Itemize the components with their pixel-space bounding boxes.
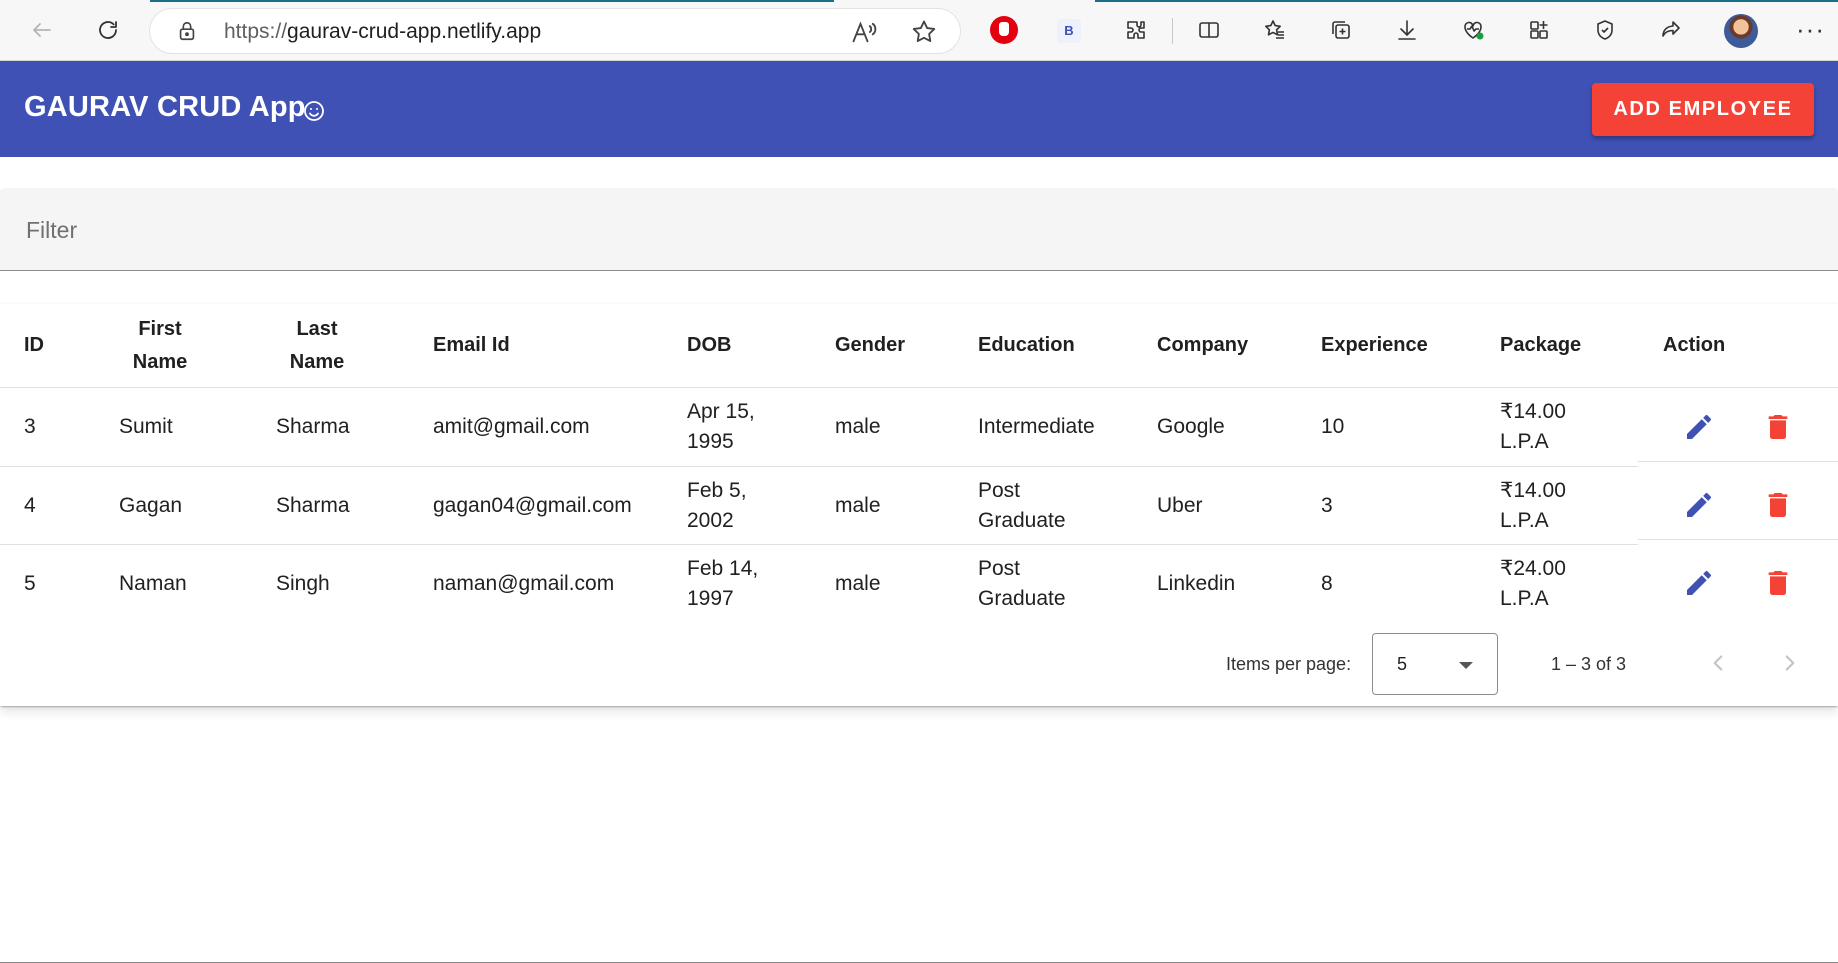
extensions-puzzle-icon[interactable] <box>1121 15 1151 45</box>
page-size-select[interactable]: 5 <box>1372 633 1498 695</box>
add-employee-button[interactable]: ADD EMPLOYEE <box>1592 83 1814 136</box>
next-page-button[interactable] <box>1774 647 1806 679</box>
column-header-company[interactable]: Company <box>1157 304 1277 387</box>
column-header-gender[interactable]: Gender <box>835 304 945 387</box>
cell-dob: Apr 15, 1995 <box>687 400 755 453</box>
pencil-icon <box>1687 414 1712 439</box>
page-range-label: 1 – 3 of 3 <box>1551 654 1627 674</box>
collections-icon[interactable] <box>1326 15 1356 45</box>
row-divider <box>1638 461 1838 462</box>
page-size-value: 5 <box>1397 654 1408 674</box>
column-header-education[interactable]: Education <box>978 304 1118 387</box>
pencil-icon <box>1687 492 1712 517</box>
performance-icon[interactable] <box>1590 15 1620 45</box>
trash-icon <box>1768 415 1788 439</box>
cell-package: ₹14.00 L.P.A <box>1500 400 1566 453</box>
delete-button[interactable] <box>1758 407 1798 447</box>
trash-icon <box>1768 493 1788 517</box>
cell-company: Uber <box>1157 494 1203 517</box>
adblock-extension-icon[interactable] <box>990 16 1018 44</box>
edit-button[interactable] <box>1679 563 1719 603</box>
profile-avatar[interactable] <box>1724 14 1758 48</box>
filter-input[interactable] <box>24 212 1808 248</box>
edit-button[interactable] <box>1679 407 1719 447</box>
cell-dob: Feb 14, 1997 <box>687 557 759 610</box>
chevron-right-icon <box>1785 655 1795 671</box>
cell-id: 5 <box>24 572 36 595</box>
address-bar[interactable]: https://gaurav-crud-app.netlify.app <box>150 9 960 53</box>
app-title: GAURAV CRUD App <box>24 91 306 123</box>
url-host: gaurav-crud-app.netlify.app <box>287 20 542 43</box>
more-options-icon[interactable]: ··· <box>1796 14 1825 45</box>
dropdown-arrow-icon <box>1459 662 1473 669</box>
cell-experience: 3 <box>1321 494 1333 517</box>
read-aloud-icon[interactable] <box>850 18 878 46</box>
app-toolbar: GAURAV CRUD App <box>0 61 1838 157</box>
column-header-last-name[interactable]: Last Name <box>277 304 357 387</box>
browser-essentials-icon[interactable] <box>1458 15 1488 45</box>
cell-first-name: Gagan <box>119 494 183 517</box>
loading-indicator <box>1095 0 1838 2</box>
apps-icon[interactable] <box>1524 15 1554 45</box>
share-icon[interactable] <box>1656 15 1686 45</box>
delete-button[interactable] <box>1758 485 1798 525</box>
back-icon[interactable] <box>27 15 57 45</box>
chevron-left-icon <box>1713 655 1723 671</box>
column-header-package: Package <box>1500 334 1582 356</box>
column-header-dob[interactable]: DOB <box>687 304 767 387</box>
cell-email: naman@gmail.com <box>433 572 615 595</box>
cell-education: Post Graduate <box>978 479 1066 532</box>
cell-first-name: Naman <box>119 572 187 595</box>
url-scheme: https:// <box>224 20 288 43</box>
column-header-action: Action <box>1663 334 1726 356</box>
favorite-star-icon[interactable] <box>910 18 938 46</box>
cell-experience: 10 <box>1321 415 1345 438</box>
filter-field[interactable] <box>0 188 1838 271</box>
bing-extension-icon[interactable]: B <box>1057 19 1081 43</box>
cell-gender: male <box>835 572 881 595</box>
cell-first-name: Sumit <box>119 415 173 438</box>
previous-page-button[interactable] <box>1702 647 1734 679</box>
column-header-id[interactable]: ID <box>24 304 84 387</box>
cell-id: 3 <box>24 415 36 438</box>
toolbar-separator <box>1172 18 1173 44</box>
cell-id: 4 <box>24 494 36 517</box>
employee-table: ID First Name Last Name Email Id DOB Gen… <box>0 304 1838 706</box>
column-header-experience[interactable]: Experience <box>1321 304 1471 387</box>
cell-gender: male <box>835 494 881 517</box>
smile-icon <box>304 101 324 121</box>
cell-email: gagan04@gmail.com <box>433 494 632 517</box>
row-divider <box>1638 539 1838 540</box>
refresh-icon[interactable] <box>93 15 123 45</box>
pencil-icon <box>1687 570 1712 595</box>
browser-toolbar: https://gaurav-crud-app.netlify.app B ··… <box>0 0 1838 61</box>
items-per-page-label: Items per page: <box>1226 654 1352 674</box>
split-screen-icon[interactable] <box>1194 15 1224 45</box>
cell-dob: Feb 5, 2002 <box>687 479 747 532</box>
loading-indicator <box>150 0 834 2</box>
cell-email: amit@gmail.com <box>433 415 590 438</box>
cell-education: Intermediate <box>978 415 1095 438</box>
column-header-first-name[interactable]: First Name <box>120 304 200 387</box>
cell-gender: male <box>835 415 881 438</box>
trash-icon <box>1768 571 1788 595</box>
cell-experience: 8 <box>1321 572 1333 595</box>
cell-last-name: Sharma <box>276 494 350 517</box>
lock-icon[interactable] <box>176 20 198 42</box>
url-text[interactable]: https://gaurav-crud-app.netlify.app <box>224 20 541 44</box>
cell-package: ₹24.00 L.P.A <box>1500 557 1566 610</box>
cell-education: Post Graduate <box>978 557 1066 610</box>
column-header-email[interactable]: Email Id <box>433 304 593 387</box>
cell-last-name: Sharma <box>276 415 350 438</box>
cell-company: Linkedin <box>1157 572 1236 595</box>
delete-button[interactable] <box>1758 563 1798 603</box>
cell-last-name: Singh <box>276 572 330 595</box>
edit-button[interactable] <box>1679 485 1719 525</box>
cell-company: Google <box>1157 415 1225 438</box>
downloads-icon[interactable] <box>1392 15 1422 45</box>
cell-package: ₹14.00 L.P.A <box>1500 479 1566 532</box>
favorites-icon[interactable] <box>1260 15 1290 45</box>
